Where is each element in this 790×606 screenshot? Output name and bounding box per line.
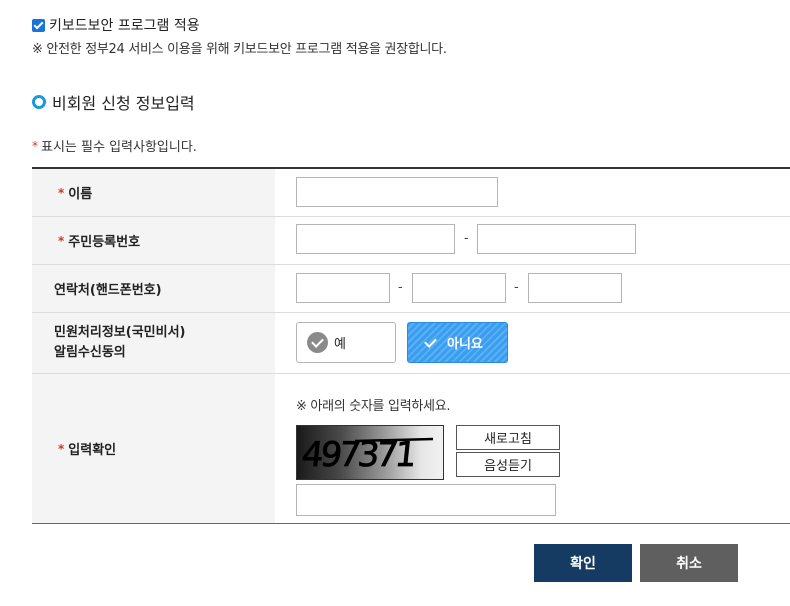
form-row-resident: * 주민등록번호 - [32,217,790,265]
captcha-audio-button[interactable]: 음성듣기 [456,452,560,477]
consent-value-cell: 예 아니요 [275,313,790,373]
captcha-image: 497371 [296,425,444,480]
phone-part1-input[interactable] [296,273,390,303]
name-label: * 이름 [32,169,275,216]
resident-value-cell: - [275,217,790,264]
phone-part3-input[interactable] [528,273,622,303]
phone-dash-1: - [398,280,403,295]
cancel-button[interactable]: 취소 [640,544,738,582]
required-note: * 표시는 필수 입력사항입니다. [32,136,197,156]
form-row-phone: 연락처(핸드폰번호) - - [32,265,790,313]
keyboard-security-checkbox[interactable] [32,18,45,32]
required-asterisk-icon: * [32,138,38,153]
consent-label: 민원처리정보(국민비서) 알림수신동의 [32,313,275,373]
captcha-note: ※ 아래의 숫자를 입력하세요. [296,399,451,414]
consent-yes-label: 예 [334,337,346,352]
resident-back-input[interactable] [477,224,636,254]
resident-label: * 주민등록번호 [32,217,275,264]
applicant-form: * 이름 * 주민등록번호 - 연락처(핸드폰번호) - - 민원처리정보(국민… [32,167,790,524]
phone-value-cell: - - [275,265,790,312]
resident-front-input[interactable] [296,224,455,254]
required-asterisk-icon: * [58,185,65,200]
required-asterisk-icon: * [58,233,65,248]
consent-label-line1: 민원처리정보(국민비서) [54,325,186,340]
consent-no-label: 아니요 [447,337,483,352]
form-row-captcha: * 입력확인 ※ 아래의 숫자를 입력하세요. 497371 새로고침 음성듣기 [32,374,790,523]
captcha-label: * 입력확인 [32,374,275,523]
required-asterisk-icon: * [58,441,65,456]
captcha-value-cell: ※ 아래의 숫자를 입력하세요. 497371 새로고침 음성듣기 [275,374,790,523]
keyboard-security-label: 키보드보안 프로그램 적용 [49,18,200,34]
name-input[interactable] [296,177,498,207]
check-icon [420,332,441,353]
phone-label: 연락처(핸드폰번호) [32,265,275,312]
confirm-button[interactable]: 확인 [534,544,632,582]
consent-label-line2: 알림수신동의 [54,345,126,360]
keyboard-security-option[interactable]: 키보드보안 프로그램 적용 [32,15,200,35]
check-circle-icon [307,332,328,353]
resident-dash: - [464,231,469,246]
captcha-label-text: 입력확인 [68,443,117,458]
required-note-text: 표시는 필수 입력사항입니다. [41,140,197,155]
form-row-consent: 민원처리정보(국민비서) 알림수신동의 예 아니요 [32,313,790,374]
section-title-text: 비회원 신청 정보입력 [52,94,195,113]
consent-no-button[interactable]: 아니요 [407,322,508,363]
captcha-input[interactable] [296,484,556,516]
name-value-cell [275,169,790,216]
consent-yes-button[interactable]: 예 [296,322,396,363]
resident-label-text: 주민등록번호 [68,235,141,250]
phone-dash-2: - [514,280,519,295]
captcha-graphic: 497371 [299,435,434,475]
name-label-text: 이름 [68,187,93,202]
form-row-name: * 이름 [32,169,790,217]
keyboard-security-note: ※ 안전한 정부24 서비스 이용을 위해 키보드보안 프로그램 적용을 권장합… [32,42,447,57]
captcha-refresh-button[interactable]: 새로고침 [456,425,560,450]
section-title: 비회원 신청 정보입력 [32,90,195,114]
phone-part2-input[interactable] [412,273,506,303]
circle-bullet-icon [32,95,46,109]
